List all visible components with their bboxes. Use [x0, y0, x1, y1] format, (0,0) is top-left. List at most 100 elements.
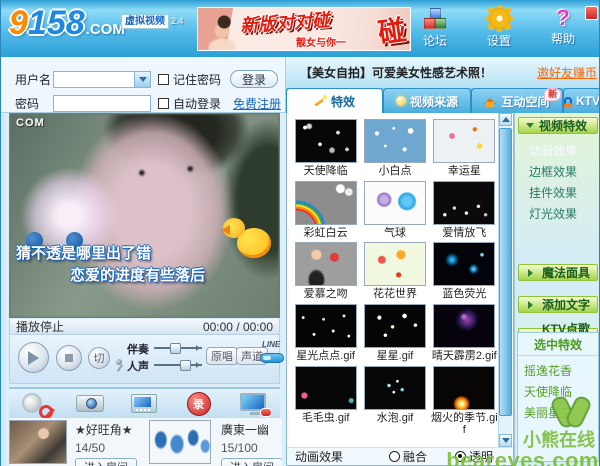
- autologin-label: 自动登录: [173, 95, 221, 112]
- forum-button[interactable]: 论坛: [415, 8, 455, 49]
- room-thumbnail[interactable]: [149, 420, 211, 464]
- section-add-text[interactable]: 添加文字: [518, 296, 598, 313]
- transparent-mode-label: 透明: [469, 448, 493, 465]
- blend-mode-radio[interactable]: [389, 451, 400, 462]
- record-button[interactable]: 录: [182, 391, 216, 417]
- menu-item-animation-effects[interactable]: 动画效果: [529, 140, 600, 161]
- selected-effect-item[interactable]: 美丽星空: [524, 402, 598, 423]
- username-input[interactable]: [53, 71, 151, 88]
- effect-thumbnail[interactable]: [364, 181, 426, 225]
- section-add-text-label: 添加文字: [542, 296, 590, 313]
- effect-item[interactable]: 星星.gif: [360, 304, 429, 363]
- logo-tagline: 虚拟视频: [121, 14, 169, 29]
- effect-thumbnail[interactable]: [295, 242, 357, 286]
- effect-item[interactable]: 小白点: [360, 119, 429, 178]
- transparent-mode-radio[interactable]: [455, 451, 466, 462]
- section-video-effects-label: 视频特效: [539, 117, 587, 134]
- password-input[interactable]: [53, 95, 151, 112]
- effect-item[interactable]: 彩虹白云: [291, 181, 360, 240]
- effect-thumbnail[interactable]: [295, 304, 357, 348]
- line-in-label: LINE: [262, 340, 280, 349]
- effect-thumbnail[interactable]: [364, 366, 426, 410]
- section-magic-mask[interactable]: 魔法面具: [518, 264, 598, 281]
- menu-item-border-effects[interactable]: 边框效果: [529, 161, 600, 182]
- switch-button[interactable]: 切: [88, 347, 110, 369]
- room-thumbnail[interactable]: [9, 420, 67, 464]
- enter-room-button[interactable]: 进入房间: [221, 458, 282, 466]
- effect-item[interactable]: 水泡.gif: [360, 366, 429, 437]
- accompaniment-label: 伴奏: [127, 341, 149, 357]
- effect-item[interactable]: 爱慕之吻: [291, 242, 360, 301]
- tab-ktv[interactable]: KTV: [563, 88, 600, 113]
- accompaniment-slider[interactable]: [154, 343, 202, 352]
- effect-thumbnail[interactable]: [364, 304, 426, 348]
- effect-thumbnail[interactable]: [433, 242, 495, 286]
- effect-item[interactable]: 幸运星: [430, 119, 499, 178]
- selected-effect-item[interactable]: 摇逸花香: [524, 360, 598, 381]
- video-album-button[interactable]: [127, 391, 161, 417]
- settings-button[interactable]: 设置: [479, 8, 519, 49]
- selected-effect-item[interactable]: 天使降临: [524, 381, 598, 402]
- effect-thumbnail[interactable]: [295, 119, 357, 163]
- effects-scrollbar[interactable]: [498, 113, 512, 447]
- scroll-down-button[interactable]: [499, 434, 512, 447]
- network-video-button[interactable]: [236, 391, 270, 417]
- webcam-disable-button[interactable]: [19, 391, 53, 417]
- ad-banner[interactable]: 新版对对碰 靓女与你一 碰: [197, 7, 411, 51]
- scroll-up-button[interactable]: [499, 113, 512, 126]
- effect-thumbnail[interactable]: [364, 242, 426, 286]
- effect-thumbnail[interactable]: [433, 181, 495, 225]
- effect-item[interactable]: 花花世界: [360, 242, 429, 301]
- effect-thumbnail[interactable]: [433, 366, 495, 410]
- effect-thumbnail[interactable]: [433, 304, 495, 348]
- effect-item[interactable]: 气球: [360, 181, 429, 240]
- tab-effects[interactable]: 特效: [286, 88, 383, 113]
- tab-interactive-space[interactable]: 互动空间 新: [471, 88, 563, 113]
- logo-text-com: .COM: [86, 21, 125, 38]
- triangle-down-icon: [526, 123, 534, 132]
- password-label: 密码: [15, 95, 53, 112]
- help-button[interactable]: ? 帮助: [543, 8, 583, 49]
- autologin-checkbox[interactable]: [158, 98, 169, 109]
- menu-item-light-effects[interactable]: 灯光效果: [529, 203, 600, 224]
- vocal-label: 人声: [127, 358, 149, 374]
- brand-logo[interactable]: 9158.COM 虚拟视频2.4: [9, 4, 189, 54]
- effect-label: 星光点点.gif: [291, 350, 360, 363]
- effect-item[interactable]: 天使降临: [291, 119, 360, 178]
- tab-video-source[interactable]: 视频来源: [383, 88, 471, 113]
- effect-item[interactable]: 爱情放飞: [430, 181, 499, 240]
- effect-item[interactable]: 蓝色荧光: [430, 242, 499, 301]
- announcement-text: 【美女自拍】可爱美女性感艺术照！: [300, 64, 492, 81]
- section-video-effects[interactable]: 视频特效: [518, 117, 598, 134]
- player-controls: 切 伴奏 人声 原唱 声道 LINE: [9, 335, 280, 384]
- login-button[interactable]: 登录: [230, 70, 278, 88]
- line-in-toggle[interactable]: [260, 353, 284, 363]
- effect-item[interactable]: 晴天霹雳2.gif: [430, 304, 499, 363]
- invite-friends-link[interactable]: 邀好友赚币: [537, 64, 597, 81]
- effect-item[interactable]: 烟火的季节.gif: [430, 366, 499, 437]
- register-link[interactable]: 免费注册: [233, 95, 281, 112]
- effect-item[interactable]: 星光点点.gif: [291, 304, 360, 363]
- effect-thumbnail[interactable]: [364, 119, 426, 163]
- effect-thumbnail[interactable]: [433, 119, 495, 163]
- net-badge-icon: [260, 408, 272, 417]
- remember-password-label: 记住密码: [173, 71, 221, 88]
- play-button[interactable]: [18, 342, 49, 373]
- scrollbar-thumb[interactable]: [499, 128, 512, 416]
- stop-icon: [65, 354, 73, 362]
- stop-button[interactable]: [56, 345, 82, 371]
- vocal-slider[interactable]: [154, 360, 202, 369]
- username-dropdown-button[interactable]: [134, 72, 150, 87]
- effect-item[interactable]: 毛毛虫.gif: [291, 366, 360, 437]
- lyric-line-2: 恋爱的进度有些落后: [70, 264, 205, 285]
- menu-item-pendant-effects[interactable]: 挂件效果: [529, 182, 600, 203]
- remember-password-checkbox[interactable]: [158, 74, 169, 85]
- enter-room-button[interactable]: 进入房间: [75, 458, 137, 466]
- snapshot-button[interactable]: [73, 391, 107, 417]
- effect-thumbnail[interactable]: [295, 366, 357, 410]
- corner-icon[interactable]: [585, 6, 598, 20]
- webcam-image: [10, 114, 279, 317]
- effect-label: 彩虹白云: [291, 227, 360, 240]
- effect-thumbnail[interactable]: [295, 181, 357, 225]
- original-vocal-button[interactable]: 原唱: [206, 347, 238, 365]
